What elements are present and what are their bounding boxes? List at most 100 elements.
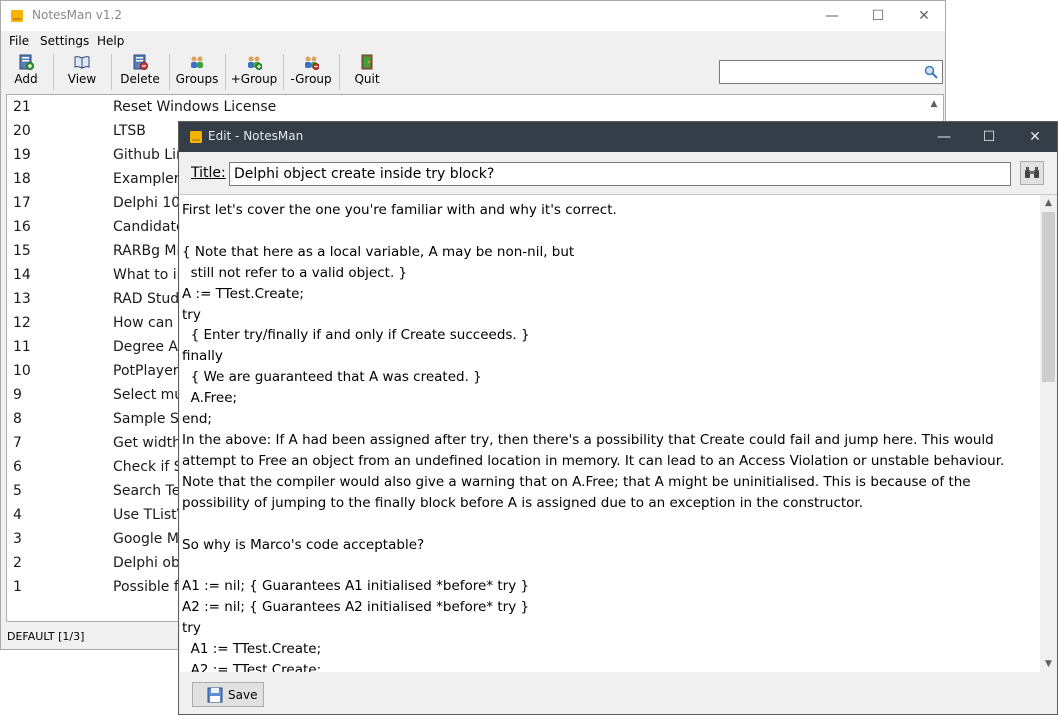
view-button[interactable]: View [59, 52, 105, 92]
close-button[interactable]: ✕ [1012, 122, 1057, 152]
exit-door-icon [361, 54, 373, 70]
note-id: 14 [13, 267, 31, 283]
toolbar-separator [169, 54, 170, 90]
note-title: Google M [113, 531, 179, 547]
group-status: DEFAULT [1/3] [7, 630, 85, 643]
note-id: 11 [13, 339, 31, 355]
binoculars-icon [1025, 167, 1039, 178]
note-title: Github Lin [113, 147, 185, 163]
add-group-button-label: +Group [230, 72, 278, 86]
minimize-button[interactable]: — [809, 1, 855, 31]
scroll-up-arrow[interactable]: ▲ [926, 96, 942, 112]
delete-button-label: Delete [120, 72, 160, 86]
toolbar-separator [225, 54, 226, 90]
note-id: 20 [13, 123, 31, 139]
add-button[interactable]: Add [6, 52, 46, 92]
note-title: Delphi ob [113, 555, 180, 571]
quit-button-label: Quit [354, 72, 380, 86]
main-titlebar[interactable]: NotesMan v1.2 — ☐ ✕ [1, 1, 945, 31]
note-id: 6 [13, 459, 22, 475]
note-title: Possible fu [113, 579, 188, 595]
note-id: 7 [13, 435, 22, 451]
save-icon [207, 687, 223, 703]
note-title-input[interactable] [234, 164, 1004, 184]
remove-group-button[interactable]: -Group [288, 52, 334, 92]
note-title: LTSB [113, 123, 146, 139]
note-id: 18 [13, 171, 31, 187]
maximize-button[interactable]: ☐ [966, 122, 1012, 152]
note-title: What to in [113, 267, 186, 283]
groups-button-label: Groups [175, 72, 219, 86]
binoculars-button[interactable] [1020, 161, 1044, 185]
close-button[interactable]: ✕ [901, 1, 945, 31]
list-item[interactable]: 21 Reset Windows License [7, 96, 937, 120]
note-title-field [229, 162, 1011, 186]
note-title: RARBg Mi [113, 243, 181, 259]
add-group-icon [248, 56, 262, 70]
groups-button[interactable]: Groups [174, 52, 220, 92]
scroll-up-arrow[interactable]: ▲ [1040, 195, 1057, 212]
edit-titlebar[interactable]: Edit - NotesMan — ☐ ✕ [179, 122, 1057, 152]
toolbar: Add View Delete Groups +Group -Group Qui… [1, 52, 945, 92]
search-box [719, 60, 943, 84]
note-title: How can I [113, 315, 182, 331]
note-title: PotPlayer [113, 363, 179, 379]
add-note-icon [19, 54, 34, 70]
add-group-button[interactable]: +Group [230, 52, 278, 92]
note-body-text[interactable]: First let's cover the one you're familia… [182, 200, 1032, 672]
menu-bar: File Settings Help [1, 32, 945, 51]
save-button-label: Save [228, 688, 258, 702]
search-icon[interactable] [924, 65, 938, 79]
add-button-label: Add [14, 72, 38, 86]
edit-window: Edit - NotesMan — ☐ ✕ Title: First let's… [178, 121, 1058, 715]
note-title: Reset Windows License [113, 99, 277, 115]
note-id: 17 [13, 195, 31, 211]
save-button[interactable]: Save [192, 682, 264, 707]
note-id: 3 [13, 531, 22, 547]
scroll-thumb[interactable] [1042, 212, 1055, 382]
delete-note-icon [133, 54, 148, 70]
note-title: Use TListV [113, 507, 187, 523]
menu-help[interactable]: Help [97, 34, 124, 48]
note-id: 15 [13, 243, 31, 259]
open-book-icon [74, 56, 90, 69]
note-title: RAD Studi [113, 291, 183, 307]
app-icon [190, 131, 202, 143]
note-id: 21 [13, 99, 31, 115]
scroll-down-arrow[interactable]: ▼ [1040, 656, 1057, 672]
edit-window-title: Edit - NotesMan [208, 129, 304, 143]
note-id: 19 [13, 147, 31, 163]
note-title-label: Title: [191, 165, 226, 181]
note-id: 4 [13, 507, 22, 523]
toolbar-separator [283, 54, 284, 90]
note-id: 10 [13, 363, 31, 379]
edit-footer: Save [179, 673, 1057, 714]
note-title: Degree Ac [113, 339, 186, 355]
remove-group-button-label: -Group [290, 72, 332, 86]
menu-file[interactable]: File [9, 34, 29, 48]
search-input[interactable] [723, 62, 918, 82]
note-title-row: Title: [179, 152, 1057, 194]
note-title: Delphi 10. [113, 195, 185, 211]
vertical-scrollbar[interactable]: ▲ ▼ [1040, 195, 1057, 672]
remove-group-icon [305, 56, 319, 70]
note-id: 13 [13, 291, 31, 307]
note-id: 16 [13, 219, 31, 235]
maximize-button[interactable]: ☐ [855, 1, 901, 31]
note-title: Check if S [113, 459, 183, 475]
users-group-icon [191, 56, 203, 68]
minimize-button[interactable]: — [921, 122, 967, 152]
note-title: Get width [113, 435, 181, 451]
note-title: Candidate [113, 219, 185, 235]
quit-button[interactable]: Quit [345, 52, 389, 92]
note-id: 9 [13, 387, 22, 403]
toolbar-separator [111, 54, 112, 90]
view-button-label: View [67, 72, 97, 86]
delete-button[interactable]: Delete [116, 52, 164, 92]
note-body-editor[interactable]: First let's cover the one you're familia… [180, 194, 1057, 672]
menu-settings[interactable]: Settings [40, 34, 89, 48]
note-id: 12 [13, 315, 31, 331]
note-id: 1 [13, 579, 22, 595]
note-title: Select mu [113, 387, 184, 403]
main-window-title: NotesMan v1.2 [32, 8, 122, 22]
